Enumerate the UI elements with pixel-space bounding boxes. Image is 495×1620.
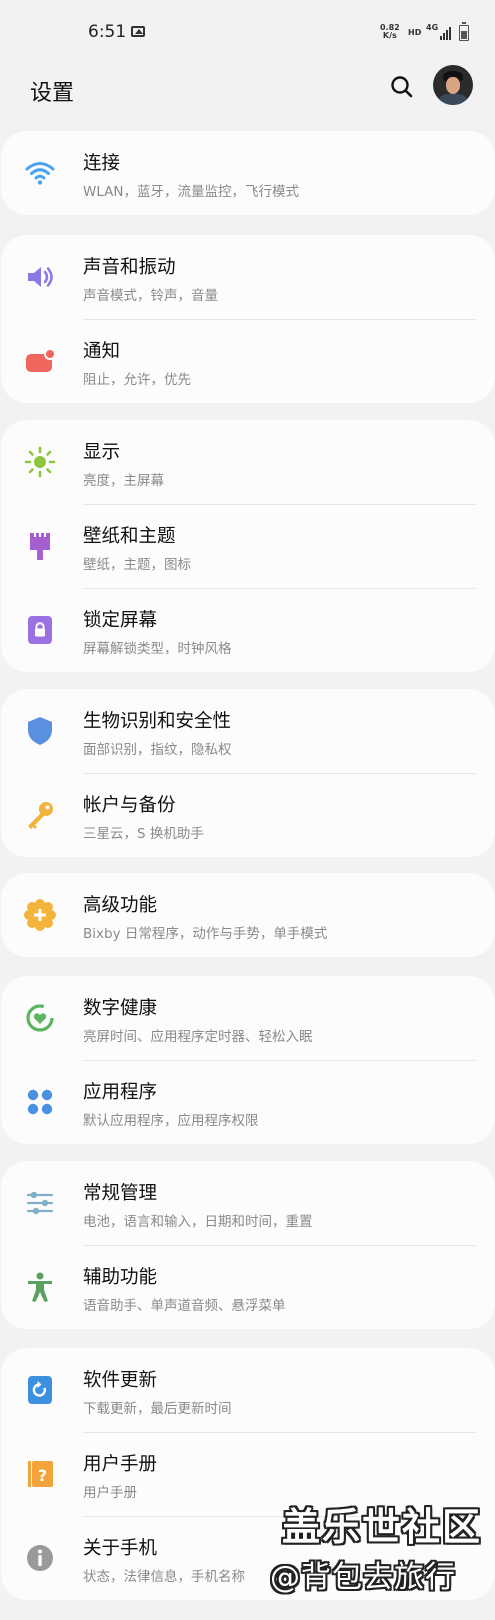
settings-item-key[interactable]: 帐户与备份三星云，S 换机助手 [1,773,495,857]
search-button[interactable] [387,72,417,102]
settings-item-subtitle: 面部识别，指纹，隐私权 [83,742,232,758]
divider [83,1060,475,1061]
sun-icon [23,445,57,479]
settings-item-subtitle: 语音助手、单声道音频、悬浮菜单 [83,1298,286,1314]
status-time: 6:51 [88,22,127,42]
divider [83,588,475,589]
settings-item-subtitle: 默认应用程序，应用程序权限 [83,1113,259,1129]
wellbeing-icon [23,1001,57,1035]
settings-item-notification[interactable]: 通知阻止，允许，优先 [1,319,495,403]
settings-item-subtitle: 下载更新，最后更新时间 [83,1401,232,1417]
settings-item-title: 数字健康 [83,998,158,1019]
settings-card: 连接 WLAN，蓝牙，流量监控，飞行模式 [1,131,495,215]
settings-item-sun[interactable]: 显示亮度，主屏幕 [1,420,495,504]
settings-item-title: 常规管理 [83,1183,158,1204]
shield-icon [23,714,57,748]
settings-item-subtitle: 电池，语言和输入，日期和时间，重置 [83,1214,313,1230]
page-title: 设置 [30,81,75,106]
settings-item-subtitle: 亮度，主屏幕 [83,473,164,489]
watermark-line2: @背包去旅行 [270,1560,456,1595]
settings-item-title: 显示 [83,442,121,463]
settings-item-subtitle: 屏幕解锁类型，时钟风格 [83,641,232,657]
watermark: 盖乐世社区 @背包去旅行 [270,1488,490,1618]
status-bar: 6:51 0.82 K/s HD 4G [0,0,495,62]
manual-icon: ? [23,1457,57,1491]
gallery-notification-icon [131,26,145,37]
settings-item-subtitle: 状态，法律信息，手机名称 [83,1569,245,1585]
divider [83,1432,475,1433]
settings-item-gear-plus[interactable]: 高级功能 Bixby 日常程序，动作与手势，单手模式 [1,873,495,957]
network-type: 4G [426,23,439,32]
settings-item-title: 帐户与备份 [83,795,176,816]
settings-card: 数字健康亮屏时间、应用程序定时器、轻松入眠应用程序默认应用程序，应用程序权限 [1,976,495,1144]
paintbrush-icon [23,529,57,563]
settings-item-title: 通知 [83,341,121,362]
network-speed: 0.82 K/s [380,24,400,40]
settings-item-title: 连接 [83,153,121,174]
settings-item-wifi[interactable]: 连接 WLAN，蓝牙，流量监控，飞行模式 [1,131,495,215]
settings-header: 设置 [0,62,495,128]
settings-item-title: 锁定屏幕 [83,610,158,631]
settings-item-title: 辅助功能 [83,1267,158,1288]
settings-item-lock[interactable]: 锁定屏幕屏幕解锁类型，时钟风格 [1,588,495,672]
svg-text:?: ? [38,1466,47,1485]
settings-card: 生物识别和安全性面部识别，指纹，隐私权帐户与备份三星云，S 换机助手 [1,689,495,857]
avatar[interactable] [433,65,473,105]
settings-card: 常规管理电池，语言和输入，日期和时间，重置辅助功能语音助手、单声道音频、悬浮菜单 [1,1161,495,1329]
network-speed-unit: K/s [382,31,397,40]
settings-item-accessibility[interactable]: 辅助功能语音助手、单声道音频、悬浮菜单 [1,1245,495,1329]
settings-item-title: 用户手册 [83,1454,158,1475]
settings-item-subtitle: 三星云，S 换机助手 [83,826,204,842]
key-icon [23,798,57,832]
settings-item-subtitle: WLAN，蓝牙，流量监控，飞行模式 [83,184,300,200]
watermark-line1: 盖乐世社区 [282,1505,483,1549]
settings-card: 高级功能 Bixby 日常程序，动作与手势，单手模式 [1,873,495,957]
sliders-icon [23,1186,57,1220]
apps-grid-icon [23,1085,57,1119]
divider [83,773,475,774]
divider [83,319,475,320]
notification-icon [23,344,57,378]
update-icon [23,1373,57,1407]
settings-item-title: 软件更新 [83,1370,158,1391]
speaker-icon [23,260,57,294]
settings-item-shield[interactable]: 生物识别和安全性面部识别，指纹，隐私权 [1,689,495,773]
settings-item-title: 声音和振动 [83,257,176,278]
settings-card: 声音和振动声音模式，铃声，音量通知阻止，允许，优先 [1,235,495,403]
wifi-icon [23,156,57,190]
hd-voice-indicator: HD [408,28,422,37]
settings-item-title: 应用程序 [83,1082,158,1103]
settings-item-sliders[interactable]: 常规管理电池，语言和输入，日期和时间，重置 [1,1161,495,1245]
settings-item-title: 高级功能 [83,895,158,916]
settings-item-wellbeing[interactable]: 数字健康亮屏时间、应用程序定时器、轻松入眠 [1,976,495,1060]
settings-item-subtitle: 亮屏时间、应用程序定时器、轻松入眠 [83,1029,313,1045]
gear-plus-icon [23,898,57,932]
settings-item-title: 生物识别和安全性 [83,711,232,732]
divider [83,504,475,505]
accessibility-icon [23,1270,57,1304]
info-icon [23,1541,57,1575]
lock-icon [23,613,57,647]
settings-item-subtitle: 壁纸，主题，图标 [83,557,191,573]
settings-item-subtitle: 声音模式，铃声，音量 [83,288,218,304]
signal-icon [440,26,454,40]
settings-item-speaker[interactable]: 声音和振动声音模式，铃声，音量 [1,235,495,319]
divider [83,1245,475,1246]
search-icon [391,76,413,98]
battery-icon [459,22,469,41]
settings-item-subtitle: 阻止，允许，优先 [83,372,191,388]
settings-item-title: 关于手机 [83,1538,158,1559]
settings-item-subtitle: Bixby 日常程序，动作与手势，单手模式 [83,926,328,942]
settings-item-paintbrush[interactable]: 壁纸和主题壁纸，主题，图标 [1,504,495,588]
settings-item-title: 壁纸和主题 [83,526,176,547]
settings-card: 显示亮度，主屏幕壁纸和主题壁纸，主题，图标锁定屏幕屏幕解锁类型，时钟风格 [1,420,495,672]
settings-item-apps-grid[interactable]: 应用程序默认应用程序，应用程序权限 [1,1060,495,1144]
settings-item-update[interactable]: 软件更新下载更新，最后更新时间 [1,1348,495,1432]
settings-item-subtitle: 用户手册 [83,1485,137,1501]
